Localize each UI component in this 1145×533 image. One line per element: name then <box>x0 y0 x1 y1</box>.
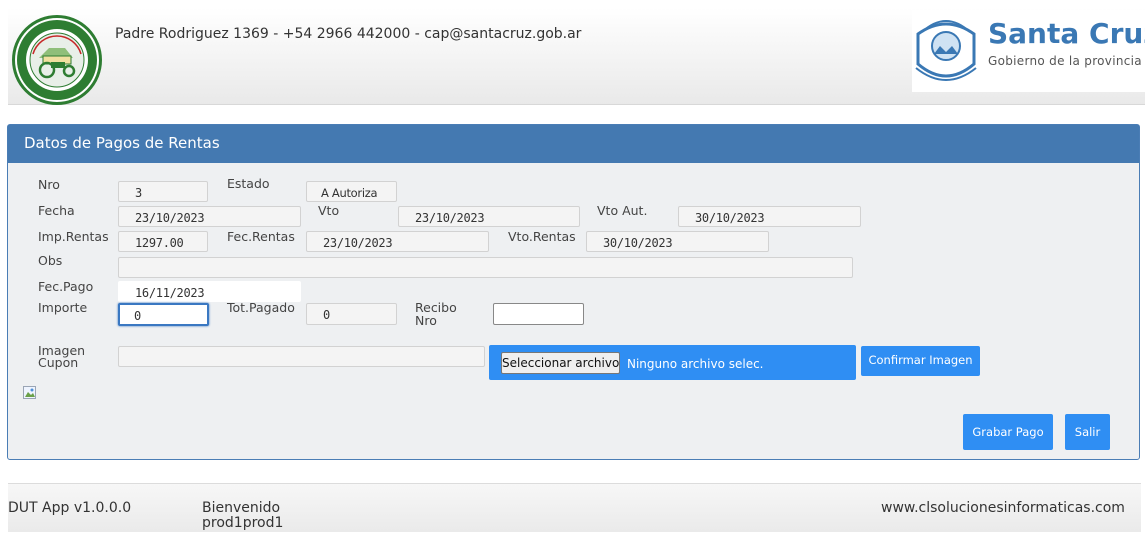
fec-pago-field[interactable]: 16/11/2023 <box>118 281 301 302</box>
nro-field[interactable]: 3 <box>118 181 208 202</box>
imagen-cupon-field[interactable] <box>118 346 485 367</box>
confirm-image-button[interactable]: Confirmar Imagen <box>861 346 980 376</box>
obs-label: Obs <box>38 253 63 268</box>
vto-aut-field[interactable]: 30/10/2023 <box>678 206 861 227</box>
consejo-agrario-logo <box>12 15 102 105</box>
importe-input[interactable]: 0 <box>118 303 209 326</box>
recibo-nro-label: Nro <box>415 313 437 328</box>
tot-pagado-field[interactable]: 0 <box>306 303 397 325</box>
tot-pagado-label: Tot.Pagado <box>227 300 295 315</box>
obs-field[interactable] <box>118 257 853 278</box>
fecha-field[interactable]: 23/10/2023 <box>118 206 301 227</box>
broken-image-icon <box>23 386 36 399</box>
vto-label: Vto <box>318 203 340 218</box>
header-contact: Padre Rodriguez 1369 - +54 2966 442000 -… <box>115 26 582 42</box>
estado-field[interactable]: A Autoriza <box>306 181 397 202</box>
importe-label: Importe <box>38 300 88 315</box>
nro-label: Nro <box>38 177 60 192</box>
imp-rentas-field[interactable]: 1297.00 <box>118 231 208 252</box>
cupon-label: Cupon <box>38 355 79 370</box>
file-status: Ninguno archivo selec. <box>627 357 764 371</box>
fecha-label: Fecha <box>38 203 75 218</box>
welcome-text: Bienvenido <box>202 500 281 516</box>
vto-field[interactable]: 23/10/2023 <box>398 206 580 227</box>
vto-aut-label: Vto Aut. <box>597 203 648 218</box>
brand-subtitle: Gobierno de la provincia <box>988 54 1142 68</box>
exit-button[interactable]: Salir <box>1065 414 1110 450</box>
vto-rentas-field[interactable]: 30/10/2023 <box>586 231 769 252</box>
panel-title: Datos de Pagos de Rentas <box>24 134 220 152</box>
app-version: DUT App v1.0.0.0 <box>8 500 132 516</box>
save-payment-button[interactable]: Grabar Pago <box>963 414 1053 450</box>
tractor-seal-icon <box>17 20 97 100</box>
brand-title: Santa Cruz <box>988 17 1145 50</box>
vto-rentas-label: Vto.Rentas <box>508 229 576 244</box>
fec-rentas-field[interactable]: 23/10/2023 <box>306 231 489 252</box>
fec-rentas-label: Fec.Rentas <box>227 229 295 244</box>
select-file-button[interactable]: Seleccionar archivo <box>501 352 620 374</box>
estado-label: Estado <box>227 176 270 191</box>
fec-pago-label: Fec.Pago <box>38 279 94 294</box>
recibo-nro-input[interactable] <box>493 303 584 325</box>
provincial-shield-icon <box>915 20 977 81</box>
current-user: prod1prod1 <box>202 515 284 531</box>
website-link[interactable]: www.clsolucionesinformaticas.com <box>881 500 1125 516</box>
imp-rentas-label: Imp.Rentas <box>38 229 109 244</box>
